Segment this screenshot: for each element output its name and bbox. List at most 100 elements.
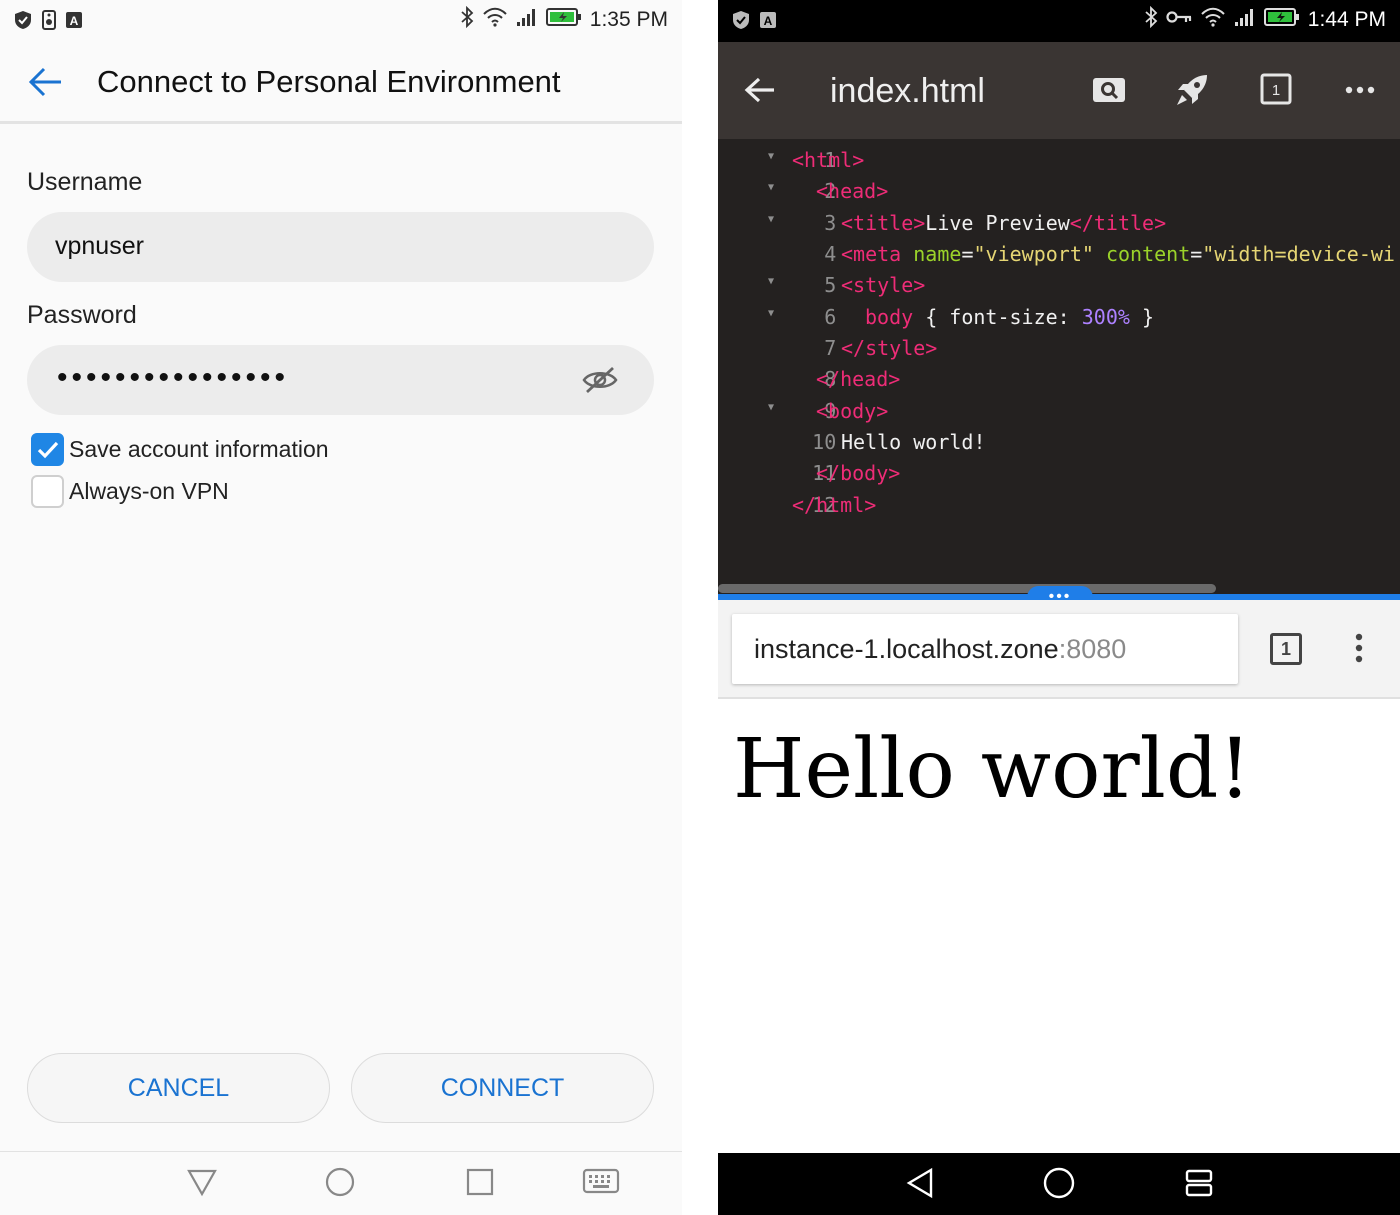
status-bar: A 1:44 PM — [718, 0, 1400, 42]
code-line: 9 ▼ <body> — [718, 397, 888, 428]
preview-heading: Hello world! — [733, 722, 1252, 817]
navigation-bar — [718, 1153, 1400, 1215]
browser-menu-icon[interactable] — [1354, 632, 1364, 669]
code-editor[interactable]: 1 ▼ <html> 2 ▼ <head> 3 ▼ <title>Live Previ… — [718, 139, 1400, 596]
shield-icon — [14, 10, 32, 35]
code-token: </title> — [1069, 211, 1167, 235]
line-number: 4 — [824, 242, 837, 266]
tab-count: 1 — [1272, 82, 1280, 99]
username-field[interactable]: vpnuser — [27, 212, 654, 282]
url-host: instance-1.localhost.zone — [754, 634, 1059, 664]
line-number: 5 — [824, 273, 837, 297]
rocket-icon[interactable] — [1174, 72, 1210, 113]
horizontal-scrollbar[interactable] — [718, 584, 1216, 593]
code-line: 6 ▼ body { font-size: 300% } — [718, 303, 1154, 334]
more-icon[interactable] — [1344, 72, 1376, 113]
code-token: </style> — [841, 336, 938, 360]
save-account-option[interactable]: Save account information — [31, 433, 329, 466]
code-line: 7 </style> — [718, 334, 937, 365]
a-badge-icon: A — [760, 12, 776, 33]
vpn-key-icon — [1166, 7, 1192, 32]
code-token: </body> — [816, 461, 901, 485]
wifi-icon — [1200, 7, 1226, 32]
search-icon[interactable] — [1091, 72, 1127, 113]
code-token: </head> — [816, 367, 901, 391]
status-time: 1:44 PM — [1307, 7, 1386, 31]
code-token: <html> — [792, 148, 865, 172]
browser-tabs-button[interactable]: 1 — [1270, 633, 1302, 665]
code-line: 2 ▼ <head> — [718, 177, 888, 208]
code-line: 12 </html> — [718, 491, 876, 522]
line-number: 7 — [824, 336, 837, 360]
battery-icon — [1263, 7, 1300, 32]
password-field[interactable]: •••••••••••••••• — [27, 345, 654, 415]
code-line: 3 ▼ <title>Live Preview</title> — [718, 209, 1166, 240]
code-editor-screen: A 1:44 PM index.html 1 1 ▼ <html> 2 ▼ <h… — [718, 0, 1400, 1215]
code-line: 11 </body> — [718, 459, 900, 490]
back-arrow-icon[interactable] — [744, 74, 776, 111]
save-account-label: Save account information — [69, 436, 329, 462]
recents-square-icon[interactable] — [464, 1166, 496, 1203]
editor-toolbar: index.html 1 — [718, 42, 1400, 139]
status-bar: A 1:35 PM — [0, 0, 682, 42]
url-text: instance-1.localhost.zone:8080 — [754, 634, 1126, 665]
code-token: <meta — [841, 242, 902, 266]
fold-arrow-icon[interactable]: ▼ — [768, 308, 774, 319]
speaker-icon — [42, 10, 56, 35]
code-line: 10 Hello world! — [718, 428, 985, 459]
fold-arrow-icon[interactable]: ▼ — [768, 402, 774, 413]
wifi-icon — [482, 7, 508, 32]
a-badge-icon: A — [66, 12, 82, 33]
save-account-checkbox[interactable] — [31, 433, 64, 466]
code-line: 5 ▼ <style> — [718, 271, 925, 302]
home-circle-icon[interactable] — [1042, 1166, 1076, 1205]
signal-icon — [1234, 7, 1256, 32]
keyboard-icon[interactable] — [582, 1166, 620, 1203]
username-label: Username — [27, 168, 143, 196]
back-triangle-icon[interactable] — [186, 1166, 218, 1203]
connect-button[interactable]: CONNECT — [351, 1053, 654, 1123]
tabs-icon[interactable]: 1 — [1259, 72, 1293, 111]
fold-arrow-icon[interactable]: ▼ — [768, 214, 774, 225]
code-token: = — [961, 242, 974, 266]
line-number: 3 — [824, 211, 837, 235]
back-triangle-icon[interactable] — [904, 1166, 938, 1205]
always-on-vpn-option[interactable]: Always-on VPN — [31, 475, 229, 508]
code-line: 8 </head> — [718, 365, 900, 396]
url-bar[interactable]: instance-1.localhost.zone:8080 — [732, 614, 1238, 684]
code-token: content — [1105, 242, 1191, 266]
recents-stack-icon[interactable] — [1182, 1166, 1216, 1205]
code-token: 300% — [1081, 305, 1130, 329]
code-line: 4 <meta name="viewport" content="width=d… — [718, 240, 1395, 271]
code-token: body — [865, 305, 914, 329]
password-value: •••••••••••••••• — [57, 361, 290, 394]
app-bar: Connect to Personal Environment — [0, 42, 682, 124]
line-number: 6 — [824, 305, 837, 329]
code-line: 1 ▼ <html> — [718, 146, 864, 177]
svg-text:A: A — [764, 14, 773, 28]
code-token: { font-size: — [913, 305, 1082, 329]
fold-arrow-icon[interactable]: ▼ — [768, 182, 774, 193]
back-arrow-icon[interactable] — [28, 64, 64, 105]
code-token: <head> — [816, 179, 889, 203]
fold-arrow-icon[interactable]: ▼ — [768, 151, 774, 162]
always-on-vpn-checkbox[interactable] — [31, 475, 64, 508]
line-number: 10 — [812, 430, 837, 454]
page-title: Connect to Personal Environment — [97, 64, 561, 99]
code-token: = — [1190, 242, 1203, 266]
home-circle-icon[interactable] — [324, 1166, 356, 1203]
hide-password-icon[interactable] — [582, 362, 618, 403]
navigation-bar — [0, 1151, 682, 1215]
code-token: <title> — [841, 211, 926, 235]
file-title: index.html — [830, 72, 985, 110]
cancel-button[interactable]: CANCEL — [27, 1053, 330, 1123]
username-value: vpnuser — [55, 232, 144, 260]
signal-icon — [516, 7, 538, 32]
code-token: Live Preview — [925, 211, 1070, 235]
status-time: 1:35 PM — [589, 7, 668, 31]
shield-icon — [732, 10, 750, 35]
fold-arrow-icon[interactable]: ▼ — [768, 276, 774, 287]
code-token: Hello world! — [841, 430, 986, 454]
